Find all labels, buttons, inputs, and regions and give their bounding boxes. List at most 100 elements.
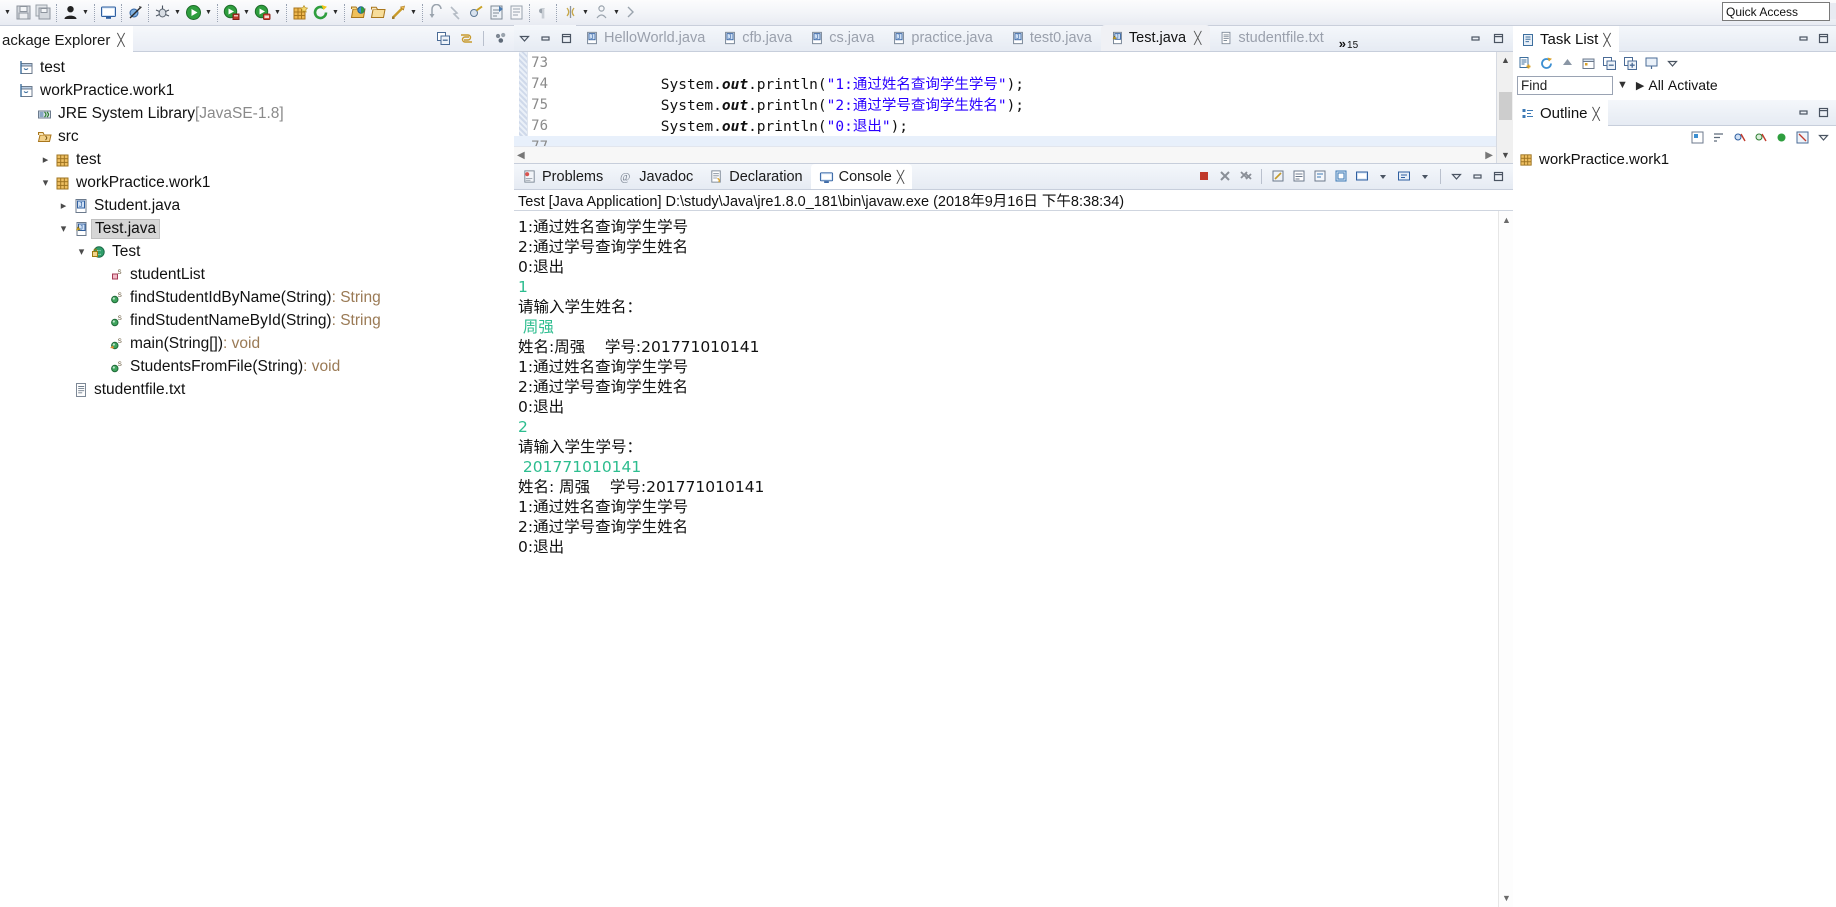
pin-console-icon[interactable] (1332, 168, 1349, 185)
tree-item-test[interactable]: ▾ C Test (0, 240, 514, 263)
last-edit-location-icon[interactable] (466, 3, 486, 23)
coverage-dropdown-arrow-icon[interactable]: ▼ (272, 3, 283, 23)
tree-item-studentlist[interactable]: SstudentList (0, 263, 514, 286)
editor-menu-icon[interactable] (518, 32, 531, 45)
tree-item-student-java[interactable]: ▸ J Student.java (0, 194, 514, 217)
find-dropdown-arrow-icon[interactable]: ▼ (1617, 79, 1628, 91)
editor-tab-practice-java[interactable]: Jpractice.java (883, 25, 1001, 51)
tab-package-explorer[interactable]: ackage Explorer ╳ (0, 26, 133, 52)
tree-item-findstudentnamebyid-string[interactable]: SfindStudentNameById(String) : String (0, 309, 514, 332)
console-tab-problems[interactable]: Problems (514, 164, 611, 189)
scroll-lock-icon[interactable] (1290, 168, 1307, 185)
collapse-all-icon[interactable] (1601, 55, 1618, 72)
maximize-icon[interactable] (1815, 30, 1832, 47)
clear-console-icon[interactable] (1269, 168, 1286, 185)
remove-launch-icon[interactable] (1216, 168, 1233, 185)
task-find-input[interactable] (1517, 75, 1613, 95)
view-menu-icon[interactable] (492, 29, 510, 47)
editor-tab-cs-java[interactable]: Jcs.java (801, 25, 883, 51)
maximize-icon[interactable] (1815, 104, 1832, 121)
focus-on-workweek-icon[interactable] (1580, 55, 1597, 72)
tree-item-test-java[interactable]: ▾ J! Test.java (0, 217, 514, 240)
code-editor[interactable]: 73 74 System.out.println("1:通过姓名查询学生学号");… (514, 52, 1513, 164)
tree-item-jre-system-library[interactable]: JRE System Library [JavaSE-1.8] (0, 102, 514, 125)
code-line[interactable]: 74 System.out.println("1:通过姓名查询学生学号"); (514, 73, 1513, 94)
tab-outline[interactable]: Outline ╳ (1513, 99, 1608, 126)
go-up-icon[interactable] (1559, 55, 1576, 72)
console-dropdown-arrow-icon[interactable] (1374, 168, 1391, 185)
editor-tab-cfb-java[interactable]: Jcfb.java (714, 25, 801, 51)
console-tab-declaration[interactable]: Declaration (701, 164, 810, 189)
minimize-icon[interactable] (1469, 32, 1482, 45)
chevron-right-icon[interactable]: ▸ (56, 199, 71, 212)
maximize-icon[interactable] (1490, 168, 1507, 185)
scroll-down-icon[interactable]: ▼ (1499, 891, 1513, 905)
refresh-icon[interactable] (310, 3, 330, 23)
close-icon[interactable]: ╳ (1593, 107, 1600, 121)
word-wrap-icon[interactable] (1311, 168, 1328, 185)
forward-icon[interactable] (506, 3, 526, 23)
tab-task-list[interactable]: Task List ╳ (1513, 25, 1619, 52)
search-icon[interactable] (388, 3, 408, 23)
tree-item-test[interactable]: ▸ test (0, 148, 514, 171)
tree-item-workpractice-work1[interactable]: workPractice.work1 (0, 79, 514, 102)
toggle-mark-occurrences-icon[interactable] (560, 3, 580, 23)
view-menu-icon[interactable] (1815, 129, 1832, 146)
tree-item-studentfile-txt[interactable]: studentfile.txt (0, 378, 514, 401)
run-external-tools-icon[interactable] (221, 3, 241, 23)
presentation-icon[interactable] (1643, 55, 1660, 72)
view-menu-icon[interactable] (1664, 55, 1681, 72)
scroll-right-icon[interactable]: ▶ (1485, 150, 1493, 161)
code-line[interactable]: 73 (514, 52, 1513, 73)
chevron-right-icon[interactable]: ▶ (1636, 79, 1644, 92)
editor-horizontal-scrollbar[interactable]: ◀ ▶ (514, 146, 1496, 163)
run-dropdown-arrow-icon[interactable]: ▼ (203, 3, 214, 23)
quick-access-input[interactable] (1722, 2, 1830, 21)
console-menu-dropdown-arrow-icon[interactable] (1416, 168, 1433, 185)
maximize-icon[interactable] (560, 32, 573, 45)
synchronize-icon[interactable] (1538, 55, 1555, 72)
mark-occurrences-dropdown-arrow-icon[interactable]: ▼ (580, 3, 591, 23)
scroll-up-icon[interactable]: ▲ (1499, 213, 1513, 227)
focus-on-active-task-icon[interactable] (1689, 129, 1706, 146)
console-tab-javadoc[interactable]: @ Javadoc (611, 164, 701, 189)
terminate-icon[interactable] (1195, 168, 1212, 185)
maximize-icon[interactable] (1492, 32, 1505, 45)
minimize-icon[interactable] (1795, 30, 1812, 47)
editor-vertical-scrollbar[interactable]: ▲ ▼ (1496, 52, 1513, 163)
debug-icon[interactable] (152, 3, 172, 23)
scroll-down-icon[interactable]: ▼ (1497, 147, 1513, 163)
editor-tab-helloworld-java[interactable]: J HelloWorld.java (576, 25, 714, 51)
chevron-down-icon[interactable]: ▾ (38, 176, 53, 189)
next-annotation-icon[interactable] (446, 3, 466, 23)
code-line[interactable]: 76 System.out.println("0:退出"); (514, 115, 1513, 136)
toolbar-extra-icon[interactable] (622, 3, 642, 23)
open-folder-icon[interactable] (368, 3, 388, 23)
editor-tab-studentfile-txt[interactable]: studentfile.txt (1210, 25, 1332, 51)
external-tools-dropdown-arrow-icon[interactable]: ▼ (241, 3, 252, 23)
hide-nonpublic-icon[interactable] (1773, 129, 1790, 146)
open-type-icon[interactable] (348, 3, 368, 23)
debug-dropdown-arrow-icon[interactable]: ▼ (172, 3, 183, 23)
close-icon[interactable]: ╳ (897, 170, 904, 184)
hide-static-icon[interactable] (1752, 129, 1769, 146)
scroll-left-icon[interactable]: ◀ (517, 150, 525, 161)
person-dropdown-arrow-icon[interactable]: ▼ (80, 3, 91, 23)
back-icon[interactable] (486, 3, 506, 23)
search-dropdown-arrow-icon[interactable]: ▼ (408, 3, 419, 23)
outline-item[interactable]: workPractice.work1 (1513, 148, 1836, 170)
link-with-editor-icon[interactable] (457, 29, 475, 47)
tree-item-main-string[interactable]: Smain(String[]) : void (0, 332, 514, 355)
editor-tab-overflow[interactable]: » 15 (1333, 25, 1364, 51)
minimize-icon[interactable] (1469, 168, 1486, 185)
console-vertical-scrollbar[interactable]: ▲ ▼ (1498, 211, 1513, 907)
new-task-icon[interactable] (1517, 55, 1534, 72)
close-icon[interactable]: ╳ (117, 33, 124, 47)
chevron-down-icon[interactable]: ▾ (56, 222, 71, 235)
scrollbar-thumb[interactable] (1499, 92, 1512, 120)
save-all-icon[interactable] (33, 3, 53, 23)
tree-item-test[interactable]: test (0, 56, 514, 79)
remove-all-terminated-icon[interactable] (1237, 168, 1254, 185)
coverage-icon[interactable] (252, 3, 272, 23)
code-line[interactable]: 75 System.out.println("2:通过学号查询学生姓名"); (514, 94, 1513, 115)
